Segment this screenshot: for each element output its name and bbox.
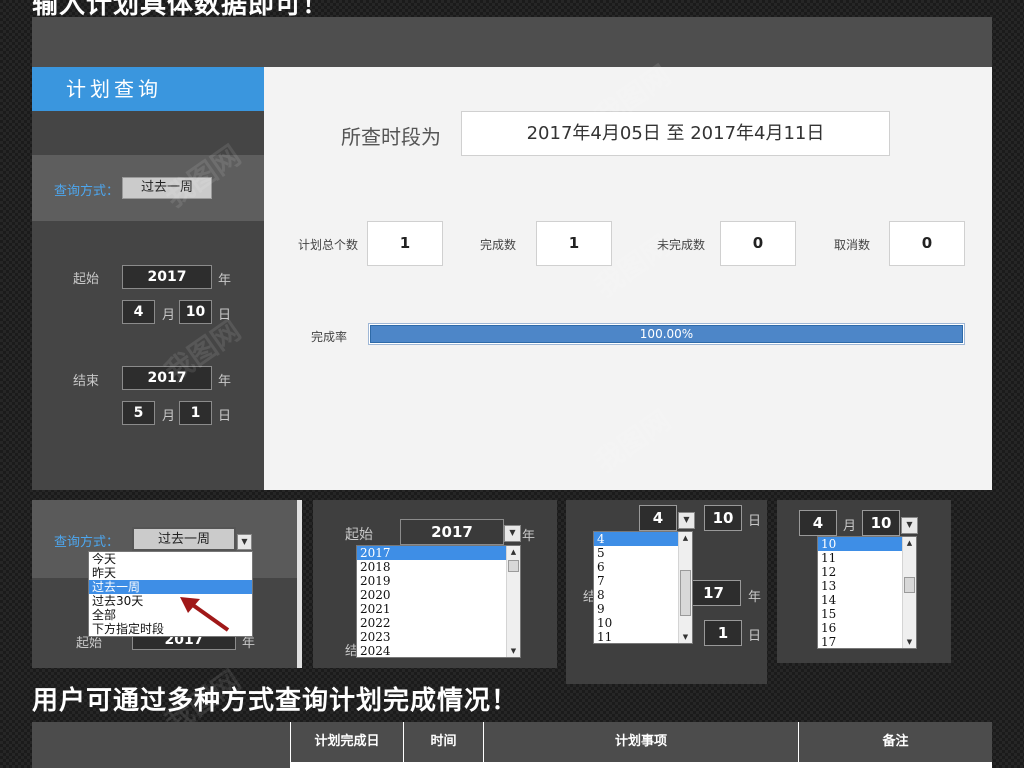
- end-day-select[interactable]: 1: [179, 401, 212, 425]
- thumb3-month-listbox[interactable]: 4 5 6 7 8 9 10 11 ▲ ▼: [593, 531, 693, 644]
- stat-cancel-value: 0: [889, 221, 965, 266]
- listbox-option[interactable]: 2023: [357, 630, 520, 644]
- stat-cancel-label: 取消数: [834, 238, 871, 252]
- table-header-note[interactable]: 备注: [798, 722, 992, 762]
- listbox-option[interactable]: 2020: [357, 588, 520, 602]
- stat-undone-value: 0: [720, 221, 796, 266]
- stat-total-label: 计划总个数: [298, 238, 359, 252]
- table-header-item[interactable]: 计划事项: [483, 722, 798, 762]
- start-day-unit: 日: [218, 308, 232, 323]
- scrollbar-thumb[interactable]: [904, 577, 915, 593]
- start-month-select[interactable]: 4: [122, 300, 155, 324]
- scrollbar[interactable]: ▲ ▼: [678, 532, 692, 643]
- pointer-arrow-icon: [180, 597, 230, 632]
- scrollbar[interactable]: ▲ ▼: [506, 546, 520, 657]
- thumb3-month-select[interactable]: 4: [639, 505, 677, 531]
- stat-undone-label: 未完成数: [657, 238, 706, 252]
- listbox-option[interactable]: 2022: [357, 616, 520, 630]
- scroll-down-icon[interactable]: ▼: [679, 631, 692, 643]
- thumb3-year-unit: 年: [748, 590, 762, 605]
- thumb3-day-unit-2: 日: [748, 629, 762, 644]
- table-header-date[interactable]: 计划完成日: [290, 722, 403, 762]
- completion-percent-text: 100.00%: [639, 327, 694, 341]
- listbox-option-selected[interactable]: 2017: [357, 546, 520, 560]
- start-month-unit: 月: [162, 308, 176, 323]
- listbox-option[interactable]: 2024: [357, 644, 520, 657]
- scroll-down-icon[interactable]: ▼: [903, 636, 916, 648]
- thumb4-chevron-down-icon[interactable]: ▼: [901, 517, 918, 534]
- scroll-up-icon[interactable]: ▲: [507, 546, 520, 558]
- start-day-select[interactable]: 10: [179, 300, 212, 324]
- thumb3-end-day[interactable]: 1: [704, 620, 742, 646]
- thumb4-day-select[interactable]: 10: [862, 510, 900, 536]
- start-year-unit: 年: [218, 273, 232, 288]
- end-year-select[interactable]: 2017: [122, 366, 212, 390]
- thumb1-query-mode-label: 查询方式：: [54, 535, 120, 550]
- start-label: 起始: [73, 272, 100, 287]
- scroll-up-icon[interactable]: ▲: [679, 532, 692, 544]
- listbox-option[interactable]: 2019: [357, 574, 520, 588]
- listbox-option[interactable]: 昨天: [89, 566, 252, 580]
- thumb-divider: [297, 500, 302, 668]
- bottom-caption: 用户可通过多种方式查询计划完成情况！: [32, 686, 519, 716]
- thumb2-year-select[interactable]: 2017: [400, 519, 504, 545]
- scrollbar-thumb[interactable]: [680, 570, 691, 616]
- stat-total-value: 1: [367, 221, 443, 266]
- scrollbar[interactable]: ▲ ▼: [902, 537, 916, 648]
- query-mode-select[interactable]: 过去一周: [122, 177, 212, 199]
- end-month-select[interactable]: 5: [122, 401, 155, 425]
- completion-label: 完成率: [311, 330, 348, 344]
- start-year-select[interactable]: 2017: [122, 265, 212, 289]
- thumb4-month-select[interactable]: 4: [799, 510, 837, 536]
- thumb3-chevron-down-icon[interactable]: ▼: [678, 512, 695, 529]
- thumb2-year-unit: 年: [522, 529, 536, 544]
- thumb4-day-listbox[interactable]: 10 11 12 13 14 15 16 17 ▲ ▼: [817, 536, 917, 649]
- period-value: 2017年4月05日 至 2017年4月11日: [461, 111, 890, 156]
- thumb2-chevron-down-icon[interactable]: ▼: [504, 525, 521, 542]
- listbox-option[interactable]: 今天: [89, 552, 252, 566]
- end-month-unit: 月: [162, 409, 176, 424]
- thumb1-chevron-down-icon[interactable]: ▼: [237, 534, 252, 550]
- listbox-option[interactable]: 2018: [357, 560, 520, 574]
- panel-top-bar: [32, 17, 992, 67]
- end-day-unit: 日: [218, 409, 232, 424]
- thumb4-month-unit: 月: [843, 519, 857, 534]
- scrollbar-thumb[interactable]: [508, 560, 519, 572]
- thumb1-query-mode-select[interactable]: 过去一周: [132, 527, 236, 551]
- thumb2-year-listbox[interactable]: 2017 2018 2019 2020 2021 2022 2023 2024 …: [356, 545, 521, 658]
- listbox-option-selected[interactable]: 过去一周: [89, 580, 252, 594]
- stat-done-label: 完成数: [480, 238, 517, 252]
- scroll-up-icon[interactable]: ▲: [903, 537, 916, 549]
- end-year-unit: 年: [218, 374, 232, 389]
- listbox-option[interactable]: 2021: [357, 602, 520, 616]
- thumb3-day-unit: 日: [748, 514, 762, 529]
- scroll-down-icon[interactable]: ▼: [507, 645, 520, 657]
- query-mode-label: 查询方式：: [54, 184, 120, 199]
- thumb2-start-label: 起始: [345, 527, 373, 543]
- sidebar-title: 计划查询: [32, 67, 264, 111]
- thumb3-day-select[interactable]: 10: [704, 505, 742, 531]
- completion-progress-bar: 100.00%: [368, 323, 965, 345]
- table-row: [290, 762, 992, 768]
- stat-done-value: 1: [536, 221, 612, 266]
- end-label: 结束: [73, 374, 100, 389]
- period-label: 所查时段为: [341, 125, 441, 149]
- thumb3-end-year[interactable]: 17: [686, 580, 741, 606]
- table-header-time[interactable]: 时间: [403, 722, 483, 762]
